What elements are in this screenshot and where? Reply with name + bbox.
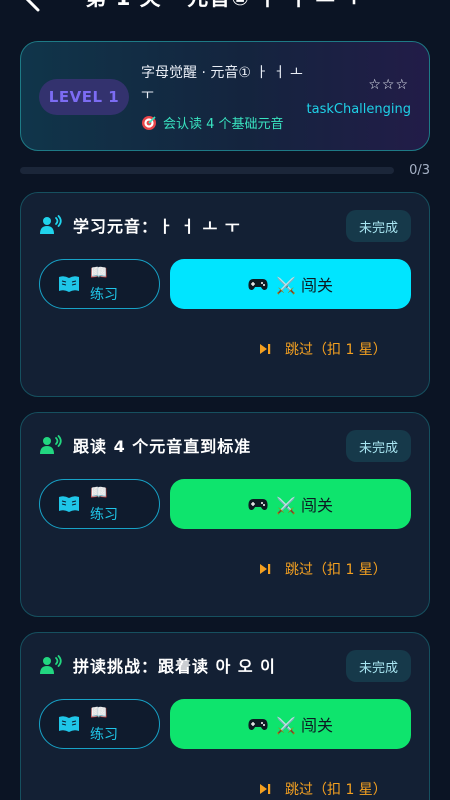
level-goal: 会认读 4 个基础元音: [141, 113, 284, 132]
practice-button[interactable]: 📖 练习: [39, 259, 160, 309]
status-badge: 未完成: [345, 430, 411, 462]
skip-label: 跳过（扣 1 星）: [285, 562, 387, 578]
gamepad-icon: [248, 719, 268, 730]
task-title: 学习元音：ㅏ ㅓ ㅗ ㅜ: [73, 217, 241, 236]
task-title: 拼读挑战：跟着读 아 오 이: [73, 657, 276, 676]
progress-text: 0/3: [409, 163, 430, 178]
challenge-button[interactable]: ⚔️ 闯关: [170, 259, 411, 309]
skip-button[interactable]: 跳过（扣 1 星）: [259, 559, 387, 579]
speaker-person-icon: [40, 215, 62, 234]
book-icon: [59, 496, 79, 512]
skip-icon: [260, 564, 271, 574]
challenge-button[interactable]: ⚔️ 闯关: [170, 479, 411, 529]
book-icon: [59, 276, 79, 292]
task-title: 跟读 4 个元音直到标准: [73, 437, 252, 456]
practice-label: 📖 练习: [90, 705, 118, 743]
challenge-button[interactable]: ⚔️ 闯关: [170, 699, 411, 749]
challenge-label: ⚔️ 闯关: [275, 716, 333, 735]
skip-icon: [260, 784, 271, 794]
level-badge: LEVEL 1: [39, 79, 129, 115]
practice-button[interactable]: 📖 练习: [39, 479, 160, 529]
level-title: 字母觉醒 · 元音① ㅏ ㅓ ㅗ ㅜ: [141, 65, 303, 103]
level-goal-text: 会认读 4 个基础元音: [163, 117, 284, 132]
task-card: 跟读 4 个元音直到标准 未完成 📖 练习 ⚔️ 闯关 跳过（扣 1 星）: [20, 412, 430, 617]
progress-bar: [20, 167, 394, 174]
page-title: 第 1 关 · 元音① ㅏ ㅓ ㅗ ㅜ: [0, 0, 450, 12]
task-card: 拼读挑战：跟着读 아 오 이 未完成 📖 练习 ⚔️ 闯关 跳过（扣 1 星）: [20, 632, 430, 800]
book-icon: [59, 716, 79, 732]
top-bar: 第 1 关 · 元音① ㅏ ㅓ ㅗ ㅜ: [0, 0, 450, 32]
skip-label: 跳过（扣 1 星）: [285, 342, 387, 358]
skip-button[interactable]: 跳过（扣 1 星）: [259, 779, 387, 799]
gamepad-icon: [248, 499, 268, 510]
practice-button[interactable]: 📖 练习: [39, 699, 160, 749]
level-card: LEVEL 1 字母觉醒 · 元音① ㅏ ㅓ ㅗ ㅜ 会认读 4 个基础元音 ☆…: [20, 41, 430, 151]
challenge-label: ⚔️ 闯关: [275, 496, 333, 515]
skip-button[interactable]: 跳过（扣 1 星）: [259, 339, 387, 359]
skip-label: 跳过（扣 1 星）: [285, 782, 387, 798]
practice-label: 📖 练习: [90, 265, 118, 303]
status-badge: 未完成: [345, 210, 411, 242]
target-icon: [142, 115, 156, 130]
speaker-person-icon: [40, 435, 62, 454]
star-rating: ☆☆☆: [368, 77, 409, 93]
challenge-label: ⚔️ 闯关: [275, 276, 333, 295]
skip-icon: [260, 344, 271, 354]
speaker-person-icon: [40, 655, 62, 674]
status-badge: 未完成: [345, 650, 411, 682]
practice-label: 📖 练习: [90, 485, 118, 523]
level-status: taskChallenging: [306, 102, 411, 117]
task-card: 学习元音：ㅏ ㅓ ㅗ ㅜ 未完成 📖 练习 ⚔️ 闯关 跳过（扣 1 星）: [20, 192, 430, 397]
gamepad-icon: [248, 279, 268, 290]
